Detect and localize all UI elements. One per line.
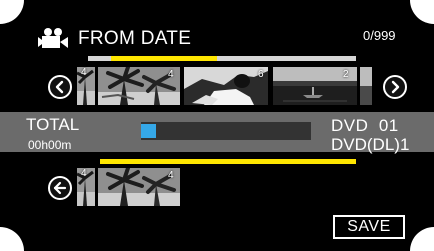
thumbnail-number: 4 <box>168 170 174 181</box>
chevron-right-icon <box>391 80 400 94</box>
thumbnail-number: 4 <box>168 69 174 80</box>
thumbnail-number: 4 <box>81 67 87 78</box>
disc-type: DVD(DL)1 <box>331 135 410 154</box>
thumbnail-number: 4 <box>81 168 87 179</box>
previous-page-button[interactable] <box>48 75 72 99</box>
chevron-left-icon <box>55 80 64 94</box>
disc-number: DVD 01 <box>331 116 399 135</box>
screen-title: FROM DATE <box>78 28 192 49</box>
back-button[interactable] <box>48 176 72 200</box>
file-counter: 0/999 <box>363 28 396 43</box>
scroll-position-indicator <box>111 56 217 61</box>
total-time: 00h00m <box>28 138 72 152</box>
thumbnail-number: 6 <box>258 69 264 80</box>
capacity-bar <box>141 122 311 140</box>
selection-bar <box>100 159 356 164</box>
camera-screen: FROM DATE 0/999 4 4 6 2 TOTAL 00h00m DVD… <box>0 0 434 251</box>
save-button[interactable]: SAVE <box>333 215 405 239</box>
arrow-left-icon <box>53 181 67 195</box>
thumbnail-video[interactable] <box>184 67 268 105</box>
next-page-button[interactable] <box>383 75 407 99</box>
thumbnail-number: 2 <box>343 69 349 80</box>
thumbnail-partial-right[interactable] <box>360 67 372 105</box>
capacity-fill <box>141 124 156 138</box>
total-label: TOTAL <box>26 115 80 134</box>
video-camera-icon <box>38 27 68 49</box>
